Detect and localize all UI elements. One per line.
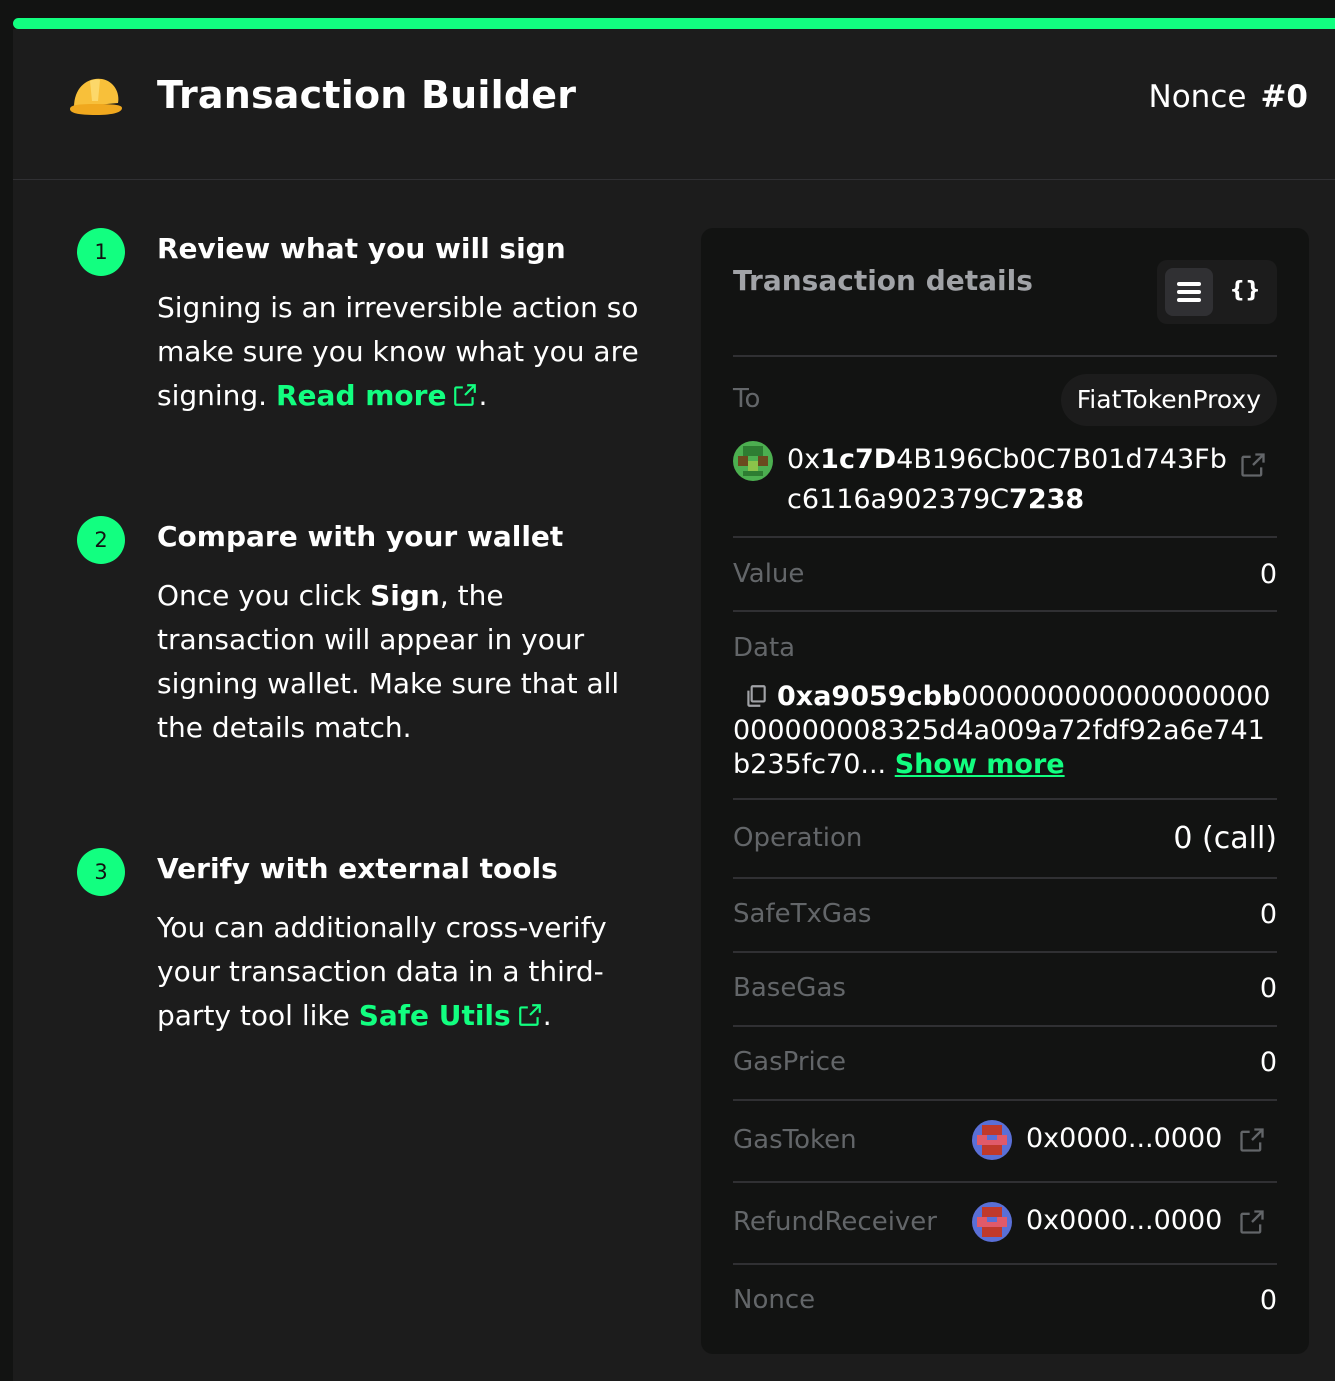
to-address[interactable]: 0x1c7D4B196Cb0C7B01d743Fbc6116a902379C72… xyxy=(787,440,1237,520)
copy-icon[interactable] xyxy=(743,683,769,709)
nonce-row-label: Nonce xyxy=(733,1285,816,1315)
basegas-value: 0 xyxy=(1259,973,1277,1004)
step-punct: . xyxy=(478,379,488,412)
safetxgas-value: 0 xyxy=(1259,899,1277,930)
panel-title: Transaction details xyxy=(733,264,1033,297)
step-title: Compare with your wallet xyxy=(157,520,564,553)
operation-value: 0 (call) xyxy=(1173,821,1277,856)
view-toggle: {} xyxy=(1157,260,1277,324)
nonce-label: Nonce xyxy=(1148,79,1247,115)
step-title: Verify with external tools xyxy=(157,852,558,885)
divider xyxy=(733,610,1277,612)
safe-utils-label: Safe Utils xyxy=(358,999,511,1032)
external-link-icon[interactable] xyxy=(1238,1126,1266,1154)
gastoken-label: GasToken xyxy=(733,1125,857,1155)
refundreceiver-address[interactable]: 0x0000...0000 xyxy=(1026,1205,1222,1236)
step-number: 2 xyxy=(77,516,125,564)
basegas-label: BaseGas xyxy=(733,973,846,1003)
show-more-link[interactable]: Show more xyxy=(895,749,1065,780)
list-icon xyxy=(1177,282,1201,302)
address-avatar xyxy=(733,441,773,481)
step-body: You can additionally cross-verify your t… xyxy=(157,906,657,1038)
divider xyxy=(733,1025,1277,1027)
divider xyxy=(733,1263,1277,1265)
data-label: Data xyxy=(733,633,796,663)
divider xyxy=(733,951,1277,953)
external-link-icon[interactable] xyxy=(1238,1208,1266,1236)
divider xyxy=(733,1099,1277,1101)
step-number: 1 xyxy=(77,228,125,276)
nonce-indicator: Nonce #0 xyxy=(1149,79,1308,115)
divider xyxy=(733,536,1277,538)
page-title: Transaction Builder xyxy=(157,73,577,117)
external-link-icon xyxy=(454,384,477,406)
divider xyxy=(733,1181,1277,1183)
safetxgas-label: SafeTxGas xyxy=(733,899,872,929)
step-body: Signing is an irreversible action so mak… xyxy=(157,286,657,418)
read-more-label: Read more xyxy=(276,379,447,412)
step-text: Once you click xyxy=(157,579,362,612)
sign-emphasis: Sign xyxy=(370,579,440,612)
data-hex: 0xa9059cbb000000000000000000000000008325… xyxy=(733,680,1277,782)
step-punct: . xyxy=(542,999,552,1032)
addr-part: 0x xyxy=(787,444,821,475)
contract-name-chip: FiatTokenProxy xyxy=(1060,374,1277,426)
hard-hat-icon xyxy=(70,78,122,115)
read-more-link[interactable]: Read more xyxy=(276,379,478,412)
gasprice-value: 0 xyxy=(1259,1047,1277,1078)
list-view-button[interactable] xyxy=(1165,268,1213,316)
value-label: Value xyxy=(733,559,805,589)
gastoken-address[interactable]: 0x0000...0000 xyxy=(1026,1123,1222,1154)
progress-bar xyxy=(13,18,1335,29)
main-card: Transaction Builder Nonce #0 1 Review wha… xyxy=(13,29,1335,1381)
gasprice-label: GasPrice xyxy=(733,1047,847,1077)
external-link-icon xyxy=(518,1004,541,1026)
to-label: To xyxy=(733,384,761,414)
transaction-details-panel: Transaction details {} To FiatTokenProxy xyxy=(701,228,1309,1354)
divider xyxy=(733,355,1277,357)
refundreceiver-avatar xyxy=(972,1202,1012,1242)
method-selector: 0xa9059cbb xyxy=(777,681,962,712)
addr-part: 1c7D xyxy=(820,444,897,475)
external-link-icon[interactable] xyxy=(1239,451,1267,479)
divider xyxy=(733,877,1277,879)
addr-part: 7238 xyxy=(1009,484,1085,515)
nonce-row-value: 0 xyxy=(1259,1285,1277,1316)
header: Transaction Builder Nonce #0 xyxy=(13,29,1335,180)
json-view-button[interactable]: {} xyxy=(1221,268,1269,316)
step-number: 3 xyxy=(77,848,125,896)
top-bar xyxy=(0,0,1335,18)
step-title: Review what you will sign xyxy=(157,232,566,265)
braces-icon: {} xyxy=(1229,278,1261,303)
step-body: Once you click Sign, the transaction wil… xyxy=(157,574,657,750)
value-value: 0 xyxy=(1259,559,1277,590)
nonce-value: #0 xyxy=(1260,79,1308,115)
safe-utils-link[interactable]: Safe Utils xyxy=(359,999,543,1032)
operation-label: Operation xyxy=(733,823,863,853)
refundreceiver-label: RefundReceiver xyxy=(733,1207,937,1237)
divider xyxy=(733,798,1277,800)
gastoken-avatar xyxy=(972,1120,1012,1160)
